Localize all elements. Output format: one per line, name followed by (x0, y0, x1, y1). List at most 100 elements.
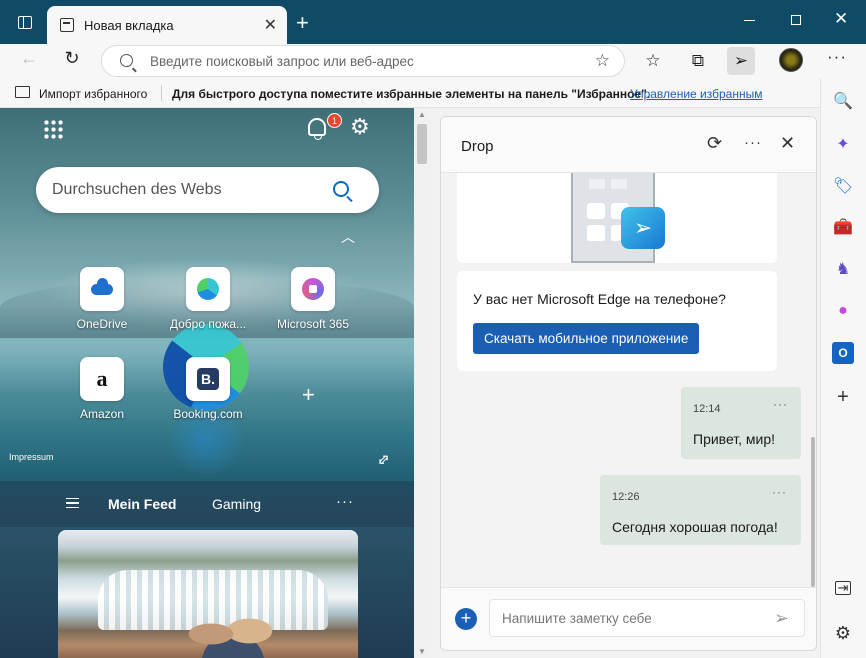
window-close-button[interactable]: ✕ (834, 9, 848, 29)
quick-link-label: Добро пожа... (169, 317, 247, 331)
folder-import-icon (15, 86, 30, 98)
drop-header: Drop ⟳ ··· ✕ (441, 117, 816, 173)
promo-illustration: ➢ (457, 173, 777, 263)
web-search-box[interactable] (36, 167, 379, 213)
divider (161, 85, 162, 101)
sidebar-search-icon[interactable]: 🔍 (832, 91, 854, 113)
note-composer: + ➢ (441, 587, 816, 650)
quick-link-amazon[interactable]: a Amazon (62, 357, 142, 421)
drop-title: Drop (461, 138, 494, 155)
impressum-link[interactable]: Impressum (9, 452, 54, 462)
microsoft-365-icon (302, 278, 324, 300)
tab-new-tab[interactable]: Новая вкладка ✕ (47, 6, 287, 44)
mobile-promo-card: У вас нет Microsoft Edge на телефоне? Ск… (457, 271, 777, 371)
back-button[interactable]: ← (17, 48, 41, 69)
tab-actions-icon[interactable] (18, 16, 32, 29)
quick-link-microsoft-365[interactable]: Microsoft 365 (273, 267, 353, 331)
feed-tab-mein-feed[interactable]: Mein Feed (108, 496, 176, 512)
scroll-up-arrow[interactable]: ▲ (418, 110, 426, 119)
minimize-button[interactable] (744, 20, 755, 21)
feed-tab-gaming[interactable]: Gaming (212, 496, 261, 512)
message-time: 12:26 (612, 491, 640, 503)
sidebar-outlook-icon[interactable]: O (832, 342, 854, 364)
new-tab-page: 1 ⚙ ︿ OneDrive Добро пожа... Microsoft 3… (0, 108, 414, 658)
add-favorite-icon[interactable]: ☆ (595, 51, 610, 71)
title-bar: Новая вкладка ✕ + ✕ (0, 0, 866, 44)
sidebar-copilot-icon[interactable]: ✦ (832, 134, 854, 156)
quick-link-welcome[interactable]: Добро пожа... (168, 267, 248, 331)
sidebar-tools-icon[interactable]: 🧰 (832, 217, 854, 239)
drop-panel: Drop ⟳ ··· ✕ ➢ У вас нет Microsoft Edge … (440, 116, 817, 651)
chevron-up-icon[interactable]: ︿ (341, 227, 355, 247)
quick-link-label: Microsoft 365 (276, 317, 350, 331)
notification-badge: 1 (327, 113, 342, 128)
scroll-down-arrow[interactable]: ▼ (418, 647, 426, 656)
search-icon[interactable] (333, 181, 349, 197)
sidebar-shopping-icon[interactable]: 🏷 (832, 176, 854, 198)
notifications-bell-icon[interactable] (308, 118, 326, 140)
feed-nav: Mein Feed Gaming ··· (0, 481, 414, 527)
address-input[interactable] (150, 46, 580, 76)
quick-link-label: Booking.com (173, 407, 243, 421)
message-bubble[interactable]: 12:14 ··· Привет, мир! (681, 387, 801, 459)
add-quick-link-button[interactable]: + (302, 382, 315, 408)
amazon-icon: a (96, 366, 108, 391)
feed-more-button[interactable]: ··· (336, 493, 354, 510)
message-text: Сегодня хорошая погода! (612, 519, 778, 535)
hamburger-menu-icon[interactable] (66, 498, 79, 508)
message-more-button[interactable]: ··· (773, 397, 788, 411)
edge-sidebar: 🔍 ✦ 🏷 🧰 ♞ ● O + ⇥ ⚙ (820, 78, 866, 658)
import-favorites-link[interactable]: Импорт избранного (39, 87, 147, 101)
settings-more-button[interactable]: ··· (827, 47, 847, 67)
refresh-button[interactable]: ↻ (60, 48, 84, 69)
download-mobile-app-button[interactable]: Скачать мобильное приложение (473, 323, 700, 354)
drop-scrollbar[interactable] (811, 437, 815, 587)
quick-link-booking[interactable]: B. Booking.com (168, 357, 248, 421)
message-text: Привет, мир! (693, 431, 776, 447)
tab-title: Новая вкладка (84, 18, 174, 33)
send-icon: ➢ (621, 207, 665, 249)
page-scrollbar[interactable]: ▲ ▼ (414, 108, 431, 658)
promo-text: У вас нет Microsoft Edge на телефоне? (473, 291, 726, 307)
message-bubble[interactable]: 12:26 ··· Сегодня хорошая погода! (600, 475, 801, 545)
sync-icon[interactable]: ⟳ (707, 133, 722, 154)
page-settings-gear-icon[interactable]: ⚙ (350, 114, 370, 140)
quick-link-onedrive[interactable]: OneDrive (62, 267, 142, 331)
drop-more-button[interactable]: ··· (744, 134, 762, 151)
favorites-button[interactable]: ☆ (639, 47, 667, 75)
sidebar-games-icon[interactable]: ♞ (832, 259, 854, 281)
booking-icon: B. (197, 368, 219, 390)
address-bar: ← ↻ ☆ ☆ ⧉ ➢ ··· (0, 44, 866, 78)
tab-close-icon[interactable]: ✕ (264, 15, 277, 35)
manage-favorites-link[interactable]: Управление избранным (630, 87, 762, 101)
hide-sidebar-icon[interactable]: ⇥ (835, 581, 851, 595)
search-icon (120, 54, 133, 67)
favorites-bar: Импорт избранного Для быстрого доступа п… (0, 78, 866, 108)
sidebar-microsoft-365-icon[interactable]: ● (832, 300, 854, 322)
quick-link-label: Amazon (79, 407, 125, 421)
drop-button[interactable]: ➢ (727, 47, 755, 75)
app-launcher-icon[interactable] (43, 119, 63, 139)
people-image-part (178, 610, 288, 658)
maximize-button[interactable] (791, 15, 801, 25)
profile-avatar[interactable] (779, 48, 803, 72)
drop-close-button[interactable]: ✕ (780, 133, 795, 154)
new-tab-button[interactable]: + (296, 10, 309, 36)
send-button[interactable]: ➢ (774, 608, 789, 629)
feed-card-image[interactable] (58, 530, 358, 658)
web-search-input[interactable] (52, 167, 322, 213)
sidebar-settings-icon[interactable]: ⚙ (832, 622, 854, 644)
note-input[interactable] (489, 599, 805, 637)
expand-icon[interactable]: ⇕ (372, 449, 394, 471)
collections-button[interactable]: ⧉ (684, 47, 712, 75)
scrollbar-thumb[interactable] (417, 124, 427, 164)
attach-add-button[interactable]: + (455, 608, 477, 630)
message-more-button[interactable]: ··· (772, 485, 787, 499)
sidebar-add-icon[interactable]: + (832, 386, 854, 408)
quick-link-label: OneDrive (76, 317, 128, 331)
new-tab-page-icon (60, 18, 74, 32)
message-time: 12:14 (693, 403, 721, 415)
omnibox[interactable]: ☆ (101, 45, 625, 77)
edge-icon (197, 278, 219, 300)
favorites-hint: Для быстрого доступа поместите избранные… (172, 87, 651, 101)
